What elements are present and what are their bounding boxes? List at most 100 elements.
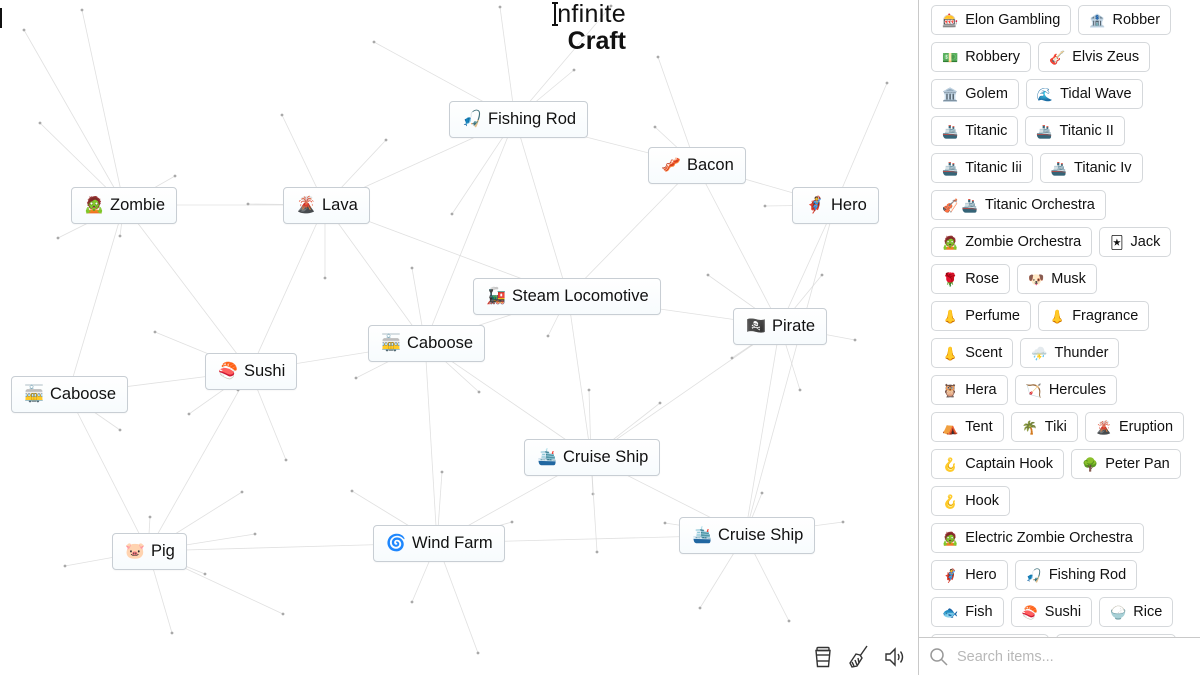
inventory-item-label: Robber <box>1112 12 1161 28</box>
titanic-iv-icon: 🚢 <box>1050 160 1068 176</box>
node-label: Fishing Rod <box>488 110 577 128</box>
tiki-icon: 🌴 <box>1021 419 1038 435</box>
inventory-item-fish[interactable]: 🐟 Fish <box>931 597 1004 627</box>
inventory-item-titanic-iii[interactable]: 🚢 Titanic Iii <box>931 153 1033 183</box>
inventory-item-label: Elvis Zeus <box>1072 49 1140 65</box>
inventory-item-perfume[interactable]: 👃 Perfume <box>931 301 1031 331</box>
inventory-item-zombie-orchestra[interactable]: 🧟 Zombie Orchestra <box>931 227 1093 257</box>
volcano-icon: 🌋 <box>296 196 316 214</box>
inventory-item-fragrance[interactable]: 👃 Fragrance <box>1038 301 1150 331</box>
inventory-item-golem[interactable]: 🏛️ Golem <box>931 79 1019 109</box>
connection-dot <box>173 174 177 178</box>
clear-canvas-button[interactable] <box>848 644 870 670</box>
electric-zombie-orchestra-icon: 🧟 <box>942 530 959 546</box>
node-cruise-ship-2[interactable]: 🛳️ Cruise Ship <box>679 517 816 554</box>
node-caboose-center[interactable]: 🚋 Caboose <box>368 325 486 362</box>
inventory-item-label: Peter Pan <box>1105 456 1170 472</box>
node-steam-locomotive[interactable]: 🚂 Steam Locomotive <box>473 278 661 315</box>
node-lava[interactable]: 🌋 Lava <box>283 187 370 224</box>
inventory-item-sushi[interactable]: 🍣 Sushi <box>1010 597 1093 627</box>
node-pirate[interactable]: 🏴‍☠️ Pirate <box>733 308 828 345</box>
node-caboose-left[interactable]: 🚋 Caboose <box>11 376 129 413</box>
inventory-items-list[interactable]: 🎰 Elon Gambling 🏦 Robber 💵 Robbery 🎸 Elvis Zeus… <box>919 0 1200 638</box>
inventory-item-label: Elon Gambling <box>965 12 1061 28</box>
inventory-item-label: Scent <box>965 345 1003 361</box>
node-zombie[interactable]: 🧟 Zombie <box>71 187 178 224</box>
connection-dot <box>572 68 576 72</box>
titanic-ii-icon: 🚢 <box>1036 123 1053 139</box>
inventory-item-titanic-ii[interactable]: 🚢 Titanic II <box>1025 116 1125 146</box>
node-bacon[interactable]: 🥓 Bacon <box>648 147 746 184</box>
inventory-item-fishing-rod[interactable]: 🎣 Fishing Rod <box>1014 560 1138 590</box>
inventory-item-thunder[interactable]: ⛈️ Thunder <box>1020 338 1120 368</box>
node-wind-farm[interactable]: 🌀 Wind Farm <box>373 525 505 562</box>
connection-line <box>67 393 149 552</box>
connection-dot <box>80 8 84 12</box>
inventory-item-rice[interactable]: 🍚 Rice <box>1099 597 1174 627</box>
bacon-icon: 🥓 <box>661 156 681 174</box>
inventory-item-hook[interactable]: 🪝 Hook <box>931 486 1011 516</box>
tent-icon: ⛺ <box>942 419 959 435</box>
connection-dot <box>153 330 157 334</box>
inventory-item-hera[interactable]: 🦉 Hera <box>931 375 1008 405</box>
connection-line <box>590 325 781 458</box>
node-sushi[interactable]: 🍣 Sushi <box>205 353 298 390</box>
inventory-item-tiki[interactable]: 🌴 Tiki <box>1010 412 1078 442</box>
connection-dot <box>253 532 257 536</box>
connection-dot <box>706 273 710 277</box>
inventory-item-titanic-iv[interactable]: 🚢 Titanic Iv <box>1039 153 1143 183</box>
inventory-item-label: Hercules <box>1048 382 1107 398</box>
inventory-item-musk[interactable]: 🐶 Musk <box>1017 264 1097 294</box>
connection-dot <box>410 600 414 604</box>
inventory-item-rose[interactable]: 🌹 Rose <box>931 264 1011 294</box>
node-cruise-ship-1[interactable]: 🛳️ Cruise Ship <box>524 439 661 476</box>
connection-dot <box>170 631 174 635</box>
inventory-item-peter-pan[interactable]: 🌳 Peter Pan <box>1071 449 1181 479</box>
inventory-item-label: Perfume <box>965 308 1020 324</box>
text-cursor-indicator <box>0 8 2 28</box>
inventory-item-tent[interactable]: ⛺ Tent <box>931 412 1004 442</box>
inventory-item-tidal-wave[interactable]: 🌊 Tidal Wave <box>1025 79 1143 109</box>
inventory-item-titanic-orchestra[interactable]: 🎻 🚢 Titanic Orchestra <box>931 190 1106 220</box>
inventory-item-label: Tent <box>965 419 993 435</box>
inventory-item-hercules[interactable]: 🏹 Hercules <box>1014 375 1118 405</box>
connection-dot <box>187 412 191 416</box>
inventory-item-label: Titanic <box>965 123 1008 139</box>
inventory-item-scent[interactable]: 👃 Scent <box>931 338 1014 368</box>
inventory-item-captain-hook[interactable]: 🪝 Captain Hook <box>931 449 1065 479</box>
inventory-item-hero[interactable]: 🦸 Hero <box>931 560 1008 590</box>
connection-dot <box>384 138 388 142</box>
inventory-item-titanic[interactable]: 🚢 Titanic <box>931 116 1019 146</box>
inventory-item-jack[interactable]: 🃏 Jack <box>1099 227 1172 257</box>
inventory-item-electric-zombie-orchestra[interactable]: 🧟 Electric Zombie Orchestra <box>931 523 1144 553</box>
coffee-button[interactable] <box>812 644 834 670</box>
connection-dot <box>476 651 480 655</box>
canvas-toolbar <box>812 644 906 670</box>
inventory-item-elon-gambling[interactable]: 🎰 Elon Gambling <box>931 5 1072 35</box>
connection-dot <box>510 520 514 524</box>
inventory-item-eruption[interactable]: 🌋 Eruption <box>1084 412 1185 442</box>
elon-gambling-icon: 🎰 <box>942 12 959 28</box>
sushi-icon: 🍣 <box>218 362 238 380</box>
connection-line <box>567 295 592 458</box>
captain-hook-icon: 🪝 <box>942 456 959 472</box>
robber-icon: 🏦 <box>1089 12 1106 28</box>
inventory-item-label: Fish <box>965 604 993 620</box>
inventory-item-robber[interactable]: 🏦 Robber <box>1078 5 1172 35</box>
zombie-orchestra-icon: 🧟 <box>942 234 959 250</box>
search-input[interactable] <box>957 648 1187 665</box>
node-pig[interactable]: 🐷 Pig <box>112 533 187 570</box>
node-hero[interactable]: 🦸 Hero <box>792 187 879 224</box>
inventory-item-elvis-zeus[interactable]: 🎸 Elvis Zeus <box>1038 42 1151 72</box>
connection-dot <box>284 458 288 462</box>
connection-dot <box>477 390 481 394</box>
sound-toggle-button[interactable] <box>884 644 906 670</box>
node-fishing-rod[interactable]: 🎣 Fishing Rod <box>449 101 589 138</box>
inventory-item-robbery[interactable]: 💵 Robbery <box>931 42 1031 72</box>
connection-line <box>123 204 251 372</box>
connection-line <box>147 370 251 552</box>
connection-dot <box>38 121 42 125</box>
node-label: Sushi <box>244 362 286 380</box>
crafting-canvas[interactable]: nfinite Craft 🎣 Fishing Rod 🥓 Bacon 🧟 Zo… <box>0 0 918 675</box>
fragrance-icon: 👃 <box>1049 308 1066 324</box>
